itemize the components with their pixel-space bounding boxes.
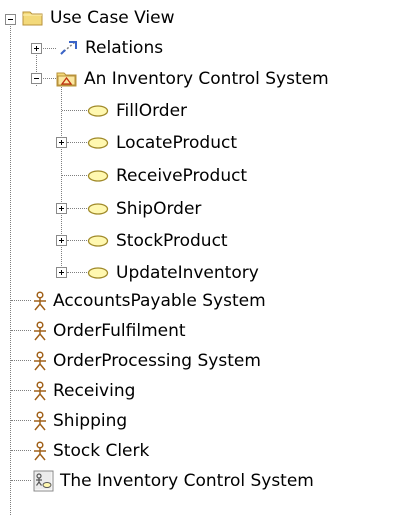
tree-node-label: StockProduct (116, 231, 228, 251)
expand-toggle[interactable] (31, 43, 42, 54)
use-case-icon (87, 170, 109, 182)
tree-node-use-case[interactable]: ReceiveProduct (87, 161, 249, 191)
tree-node-label: Receiving (53, 381, 136, 401)
tree-line (67, 208, 87, 209)
use-case-icon (87, 137, 109, 149)
tree-node-use-case[interactable]: StockProduct (87, 226, 230, 256)
tree-node-label: ReceiveProduct (116, 166, 248, 186)
actor-icon (34, 351, 46, 371)
tree-node-label: AccountsPayable System (53, 291, 266, 311)
tree-node-label: Shipping (53, 411, 128, 431)
tree-node-use-case[interactable]: ShipOrder (87, 194, 203, 224)
diagram-icon (33, 470, 54, 492)
tree-line (41, 48, 56, 49)
relations-icon (60, 41, 77, 55)
expand-toggle[interactable] (56, 203, 67, 214)
tree-line (11, 420, 31, 421)
tree-node-label: OrderProcessing System (53, 351, 261, 371)
tree-node-label: OrderFulfilment (53, 321, 186, 341)
expand-toggle[interactable] (56, 137, 67, 148)
tree-node-use-case-view[interactable]: Use Case View (22, 3, 177, 33)
tree-line (67, 142, 87, 143)
tree-node-label: Stock Clerk (53, 441, 150, 461)
tree-node-actor[interactable]: OrderProcessing System (32, 346, 263, 376)
tree-line (10, 24, 11, 515)
tree-line (62, 110, 87, 111)
use-case-icon (87, 235, 109, 247)
tree-node-label: Relations (85, 38, 164, 58)
tree-node-label: LocateProduct (116, 133, 238, 153)
actor-icon (34, 321, 46, 341)
containment-tree: Use Case View Relations An Inventory Con… (0, 0, 410, 515)
tree-line (11, 360, 31, 361)
tree-node-use-case[interactable]: LocateProduct (87, 128, 239, 158)
tree-node-use-case[interactable]: UpdateInventory (87, 258, 261, 288)
tree-line (67, 272, 87, 273)
package-icon (56, 72, 77, 87)
tree-node-package[interactable]: An Inventory Control System (56, 64, 331, 94)
tree-line (67, 240, 87, 241)
tree-line (11, 390, 31, 391)
tree-node-relations[interactable]: Relations (58, 33, 165, 63)
tree-node-label: Use Case View (50, 8, 175, 28)
use-case-icon (87, 203, 109, 215)
tree-node-actor[interactable]: Stock Clerk (32, 436, 151, 466)
use-case-icon (87, 105, 109, 117)
tree-node-diagram[interactable]: The Inventory Control System (31, 466, 316, 496)
tree-line (41, 78, 56, 79)
tree-node-label: UpdateInventory (116, 263, 259, 283)
tree-line (11, 450, 31, 451)
expand-toggle[interactable] (56, 267, 67, 278)
tree-line (11, 480, 31, 481)
tree-line (11, 330, 31, 331)
tree-node-use-case[interactable]: FillOrder (87, 96, 189, 126)
tree-node-label: An Inventory Control System (84, 69, 329, 89)
use-case-icon (87, 267, 109, 279)
tree-node-actor[interactable]: Shipping (32, 406, 129, 436)
tree-line (11, 300, 31, 301)
actor-icon (34, 411, 46, 431)
tree-node-label: FillOrder (116, 101, 188, 121)
actor-icon (34, 381, 46, 401)
tree-node-label: ShipOrder (116, 199, 202, 219)
expand-toggle[interactable] (56, 235, 67, 246)
folder-icon (22, 11, 43, 26)
tree-line (62, 175, 87, 176)
tree-node-actor[interactable]: OrderFulfilment (32, 316, 188, 346)
tree-node-actor[interactable]: AccountsPayable System (32, 286, 268, 316)
tree-node-actor[interactable]: Receiving (32, 376, 137, 406)
tree-node-label: The Inventory Control System (60, 471, 314, 491)
collapse-toggle[interactable] (5, 14, 16, 25)
actor-icon (34, 291, 46, 311)
actor-icon (34, 441, 46, 461)
collapse-toggle[interactable] (31, 73, 42, 84)
